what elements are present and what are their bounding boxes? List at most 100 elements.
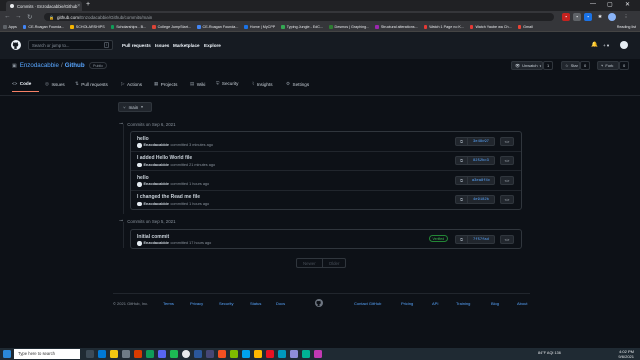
repo-owner-link[interactable]: Enzodacabbie bbox=[20, 62, 59, 69]
reading-list-button[interactable]: Reading list bbox=[617, 25, 636, 29]
author-avatar[interactable] bbox=[137, 201, 142, 206]
tab-security[interactable]: ⛨ Security bbox=[216, 81, 238, 86]
task-view-icon[interactable] bbox=[86, 350, 94, 358]
minimize-button[interactable]: — bbox=[590, 1, 596, 7]
browse-repo-button[interactable]: <> bbox=[500, 136, 514, 146]
user-avatar[interactable] bbox=[620, 41, 628, 49]
app-icon[interactable] bbox=[266, 350, 274, 358]
teams-icon[interactable] bbox=[206, 350, 214, 358]
app-icon[interactable] bbox=[230, 350, 238, 358]
search-input[interactable]: Search or jump to... / bbox=[28, 40, 113, 50]
footer-link-terms[interactable]: Terms bbox=[163, 301, 174, 306]
commit-sha-link[interactable]: 3e48c97 bbox=[468, 136, 495, 146]
footer-link-contact[interactable]: Contact GitHub bbox=[354, 301, 381, 306]
copy-sha-button[interactable]: ⧉ bbox=[455, 234, 468, 244]
profile-avatar-icon[interactable] bbox=[608, 13, 616, 21]
browse-repo-button[interactable]: <> bbox=[500, 156, 514, 165]
copy-sha-button[interactable]: ⧉ bbox=[455, 195, 468, 204]
app-icon[interactable] bbox=[314, 350, 322, 358]
app-icon[interactable] bbox=[146, 350, 154, 358]
watch-count[interactable]: 1 bbox=[543, 61, 554, 70]
office-icon[interactable] bbox=[134, 350, 142, 358]
footer-link-status[interactable]: Status bbox=[250, 301, 261, 306]
commit-message-link[interactable]: Initial commit bbox=[137, 234, 169, 240]
app-icon[interactable] bbox=[302, 350, 310, 358]
back-arrow-icon[interactable]: ← bbox=[4, 13, 11, 20]
commit-sha-link[interactable]: 4e9182b bbox=[468, 195, 495, 204]
bookmark-item[interactable]: Apps bbox=[3, 25, 17, 29]
tab-issues[interactable]: ◎ Issues bbox=[45, 81, 65, 87]
footer-link-docs[interactable]: Docs bbox=[276, 301, 285, 306]
close-tab-icon[interactable]: × bbox=[77, 3, 80, 9]
commit-message-link[interactable]: hello bbox=[137, 136, 149, 142]
verified-badge[interactable]: Verified bbox=[429, 235, 448, 242]
commit-author-link[interactable]: Enzodacabbie bbox=[144, 163, 170, 167]
repo-name-link[interactable]: Github bbox=[65, 62, 85, 69]
star-count[interactable]: 0 bbox=[580, 61, 591, 70]
bookmark-item[interactable]: College JumpStart... bbox=[152, 25, 191, 29]
footer-link-training[interactable]: Training bbox=[456, 301, 470, 306]
footer-link-about[interactable]: About bbox=[517, 301, 527, 306]
extension-icon[interactable]: ▪ bbox=[562, 13, 570, 21]
edge-icon[interactable] bbox=[98, 350, 106, 358]
maximize-button[interactable]: ▢ bbox=[607, 1, 613, 8]
app-icon[interactable] bbox=[254, 350, 262, 358]
copy-sha-button[interactable]: ⧉ bbox=[455, 175, 468, 185]
browser-tab[interactable]: Commits · Enzodacabbie/Github × bbox=[6, 1, 82, 11]
older-button[interactable]: Older bbox=[322, 258, 347, 268]
commit-sha-link[interactable]: 7f57fad bbox=[468, 234, 495, 244]
github-logo-icon[interactable] bbox=[315, 299, 323, 307]
windows-start-icon[interactable] bbox=[3, 350, 11, 358]
bookmark-item[interactable]: Scholarships - B... bbox=[110, 25, 146, 29]
github-logo-icon[interactable] bbox=[11, 40, 21, 50]
footer-link-api[interactable]: API bbox=[432, 301, 438, 306]
copy-sha-button[interactable]: ⧉ bbox=[455, 156, 468, 165]
new-tab-button[interactable]: + bbox=[86, 1, 90, 8]
weather-widget[interactable]: 84°F AQI 136 bbox=[538, 351, 561, 355]
notifications-bell-icon[interactable]: 🔔 bbox=[591, 42, 598, 48]
commit-sha-link[interactable]: 8252bc3 bbox=[468, 156, 495, 165]
author-avatar[interactable] bbox=[137, 241, 142, 246]
tab-settings[interactable]: ⚙ Settings bbox=[286, 81, 309, 87]
nav-marketplace[interactable]: Marketplace bbox=[173, 43, 200, 48]
fork-button[interactable]: ⑂ Fork bbox=[597, 61, 619, 70]
chrome-icon[interactable] bbox=[182, 350, 190, 358]
close-window-button[interactable]: ✕ bbox=[625, 1, 630, 8]
forward-arrow-icon[interactable]: → bbox=[15, 13, 22, 20]
bookmark-item[interactable]: SCHOLARSHIPS bbox=[70, 25, 105, 29]
footer-link-pricing[interactable]: Pricing bbox=[401, 301, 413, 306]
spotify-icon[interactable] bbox=[170, 350, 178, 358]
author-avatar[interactable] bbox=[137, 182, 142, 187]
puzzle-icon[interactable]: ✱ bbox=[596, 13, 604, 21]
unwatch-button[interactable]: 👁 Unwatch ▾ bbox=[511, 61, 543, 70]
tab-insights[interactable]: ⌇ Insights bbox=[252, 81, 273, 87]
app-icon[interactable] bbox=[290, 350, 298, 358]
create-new-dropdown-icon[interactable]: + ▾ bbox=[603, 43, 609, 49]
commit-message-link[interactable]: I changed the Read me file bbox=[137, 194, 200, 200]
tab-actions[interactable]: ▷ Actions bbox=[121, 81, 142, 87]
discord-icon[interactable] bbox=[158, 350, 166, 358]
commit-message-link[interactable]: I added Hello World file bbox=[137, 155, 192, 161]
word-icon[interactable] bbox=[194, 350, 202, 358]
commit-author-link[interactable]: Enzodacabbie bbox=[144, 182, 170, 186]
browse-repo-button[interactable]: <> bbox=[500, 234, 514, 244]
nav-issues[interactable]: Issues bbox=[155, 43, 169, 48]
tab-projects[interactable]: ▦ Projects bbox=[154, 81, 177, 87]
bookmark-item[interactable]: Typing Jungle - EdC... bbox=[281, 25, 323, 29]
kebab-menu-icon[interactable]: ⋮ bbox=[622, 13, 630, 21]
commit-author-link[interactable]: Enzodacabbie bbox=[144, 241, 170, 245]
extension-icon[interactable]: ▪ bbox=[573, 13, 581, 21]
bookmark-item[interactable]: CE-Roagan Founda... bbox=[22, 25, 64, 29]
bookmark-item[interactable]: Structural alterations... bbox=[375, 25, 418, 29]
bookmark-item[interactable]: CE-Roagan Founda... bbox=[197, 25, 238, 29]
nav-pull-requests[interactable]: Pull requests bbox=[122, 43, 151, 48]
copy-sha-button[interactable]: ⧉ bbox=[455, 136, 468, 146]
footer-link-privacy[interactable]: Privacy bbox=[190, 301, 203, 306]
browse-repo-button[interactable]: <> bbox=[500, 195, 514, 204]
bookmark-item[interactable]: Watch Yaube wa Ch... bbox=[469, 25, 512, 29]
app-icon[interactable] bbox=[242, 350, 250, 358]
taskbar-search-input[interactable]: Type here to search bbox=[14, 349, 80, 359]
system-clock[interactable]: 4:02 PM 9/6/2021 bbox=[618, 349, 634, 359]
bookmark-item[interactable]: Desmos | Graphing... bbox=[329, 25, 369, 29]
app-icon[interactable] bbox=[218, 350, 226, 358]
